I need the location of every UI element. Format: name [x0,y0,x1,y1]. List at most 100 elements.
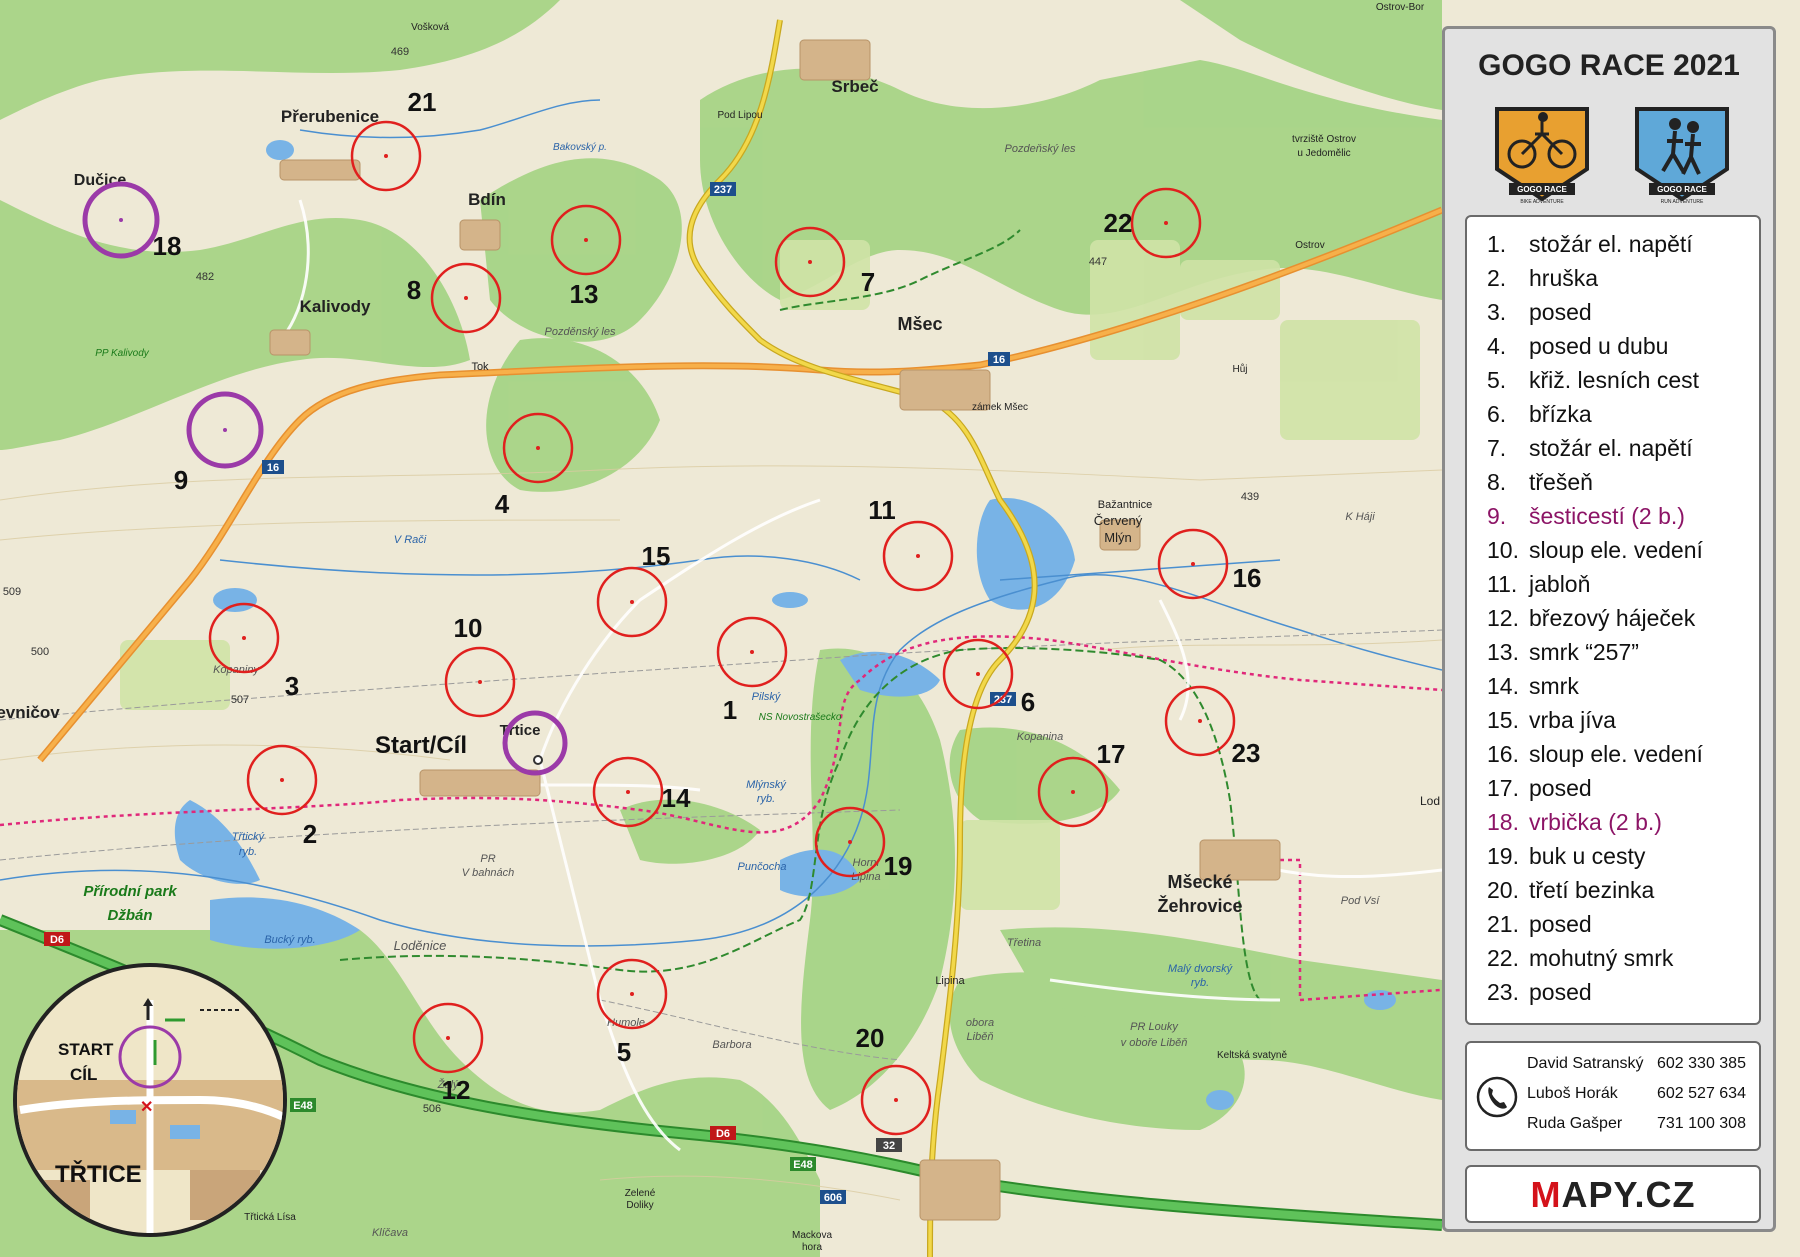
checkpoint-number: 13 [570,279,599,309]
run-logo-text: GOGO RACE [1657,185,1707,194]
legend-label: šesticestí (2 b.) [1529,503,1685,529]
place-label: Třetina [1007,937,1041,949]
legend-item: 5. křiž. lesních cest [1487,363,1759,397]
place-label: Kalivody [300,297,371,316]
contact-row: David Satranský 602 330 385 [1527,1055,1757,1073]
place-label: Zelené [625,1188,656,1199]
road-number-label: E48 [793,1159,813,1171]
legend-label: posed [1529,775,1592,801]
legend-label: posed [1529,299,1592,325]
brand-initial: M [1530,1174,1562,1215]
place-label: Červený [1094,513,1143,528]
elevation-label: 507 [231,694,249,706]
bike-logo-text: GOGO RACE [1517,185,1567,194]
contact-phone: 602 330 385 [1657,1055,1746,1072]
elevation-label: 509 [3,586,21,598]
road-number-label: 16 [993,354,1005,366]
checkpoint-number: 9 [174,465,188,495]
place-label: ryb. [757,793,775,805]
legend-item: 20. třetí bezinka [1487,873,1759,907]
legend-label: posed [1529,979,1592,1005]
place-label: Mlýnský [746,779,787,791]
checkpoint-number: 18 [153,231,182,261]
runner-icon [1669,118,1681,130]
inset-start-label: START [58,1040,114,1059]
checkpoint-number: 7 [861,267,875,297]
checkpoint-dot [626,790,630,794]
mapy-cz-logo[interactable]: MAPY.CZ [1465,1165,1761,1223]
elevation-label: 469 [391,46,409,58]
checkpoint-dot [242,636,246,640]
contact-row: Luboš Horák 602 527 634 [1527,1085,1757,1103]
place-label: ryb. [239,846,257,858]
place-label: Hůj [1232,363,1247,375]
legend-number: 11. [1487,571,1518,597]
legend-number: 17. [1487,775,1519,801]
checkpoint-dot [750,650,754,654]
checkpoint-number: 19 [884,851,913,881]
place-label: ryb. [1191,977,1209,989]
legend-label: mohutný smrk [1529,945,1674,971]
checkpoint-number: 12 [442,1075,471,1105]
checkpoint-dot [478,680,482,684]
place-label: Džbán [108,907,153,924]
road-number-label: 32 [883,1140,895,1152]
legend-item: 12. březový háječek [1487,601,1759,635]
legend-label: sloup ele. vedení [1529,741,1703,767]
place-label: Lod [1420,794,1440,808]
place-label: Bakovský p. [553,142,607,153]
bike-adventure-logo: GOGO RACE BIKE ADVENTURE [1495,107,1589,205]
checkpoint-number: 16 [1233,563,1262,593]
place-label: Pod Lipou [717,110,762,121]
checkpoint-dot [916,554,920,558]
legend-number: 1. [1487,231,1507,257]
place-label: PP Kalivody [95,348,150,359]
legend-label: smrk [1529,673,1579,699]
legend-item: 15. vrba jíva [1487,703,1759,737]
legend-item: 14. smrk [1487,669,1759,703]
place-label: Malý dvorský [1168,963,1234,975]
legend-number: 15. [1487,707,1519,733]
brand-rest: APY.CZ [1561,1174,1696,1215]
place-label: evničov [0,703,60,722]
legend-number: 16. [1487,741,1519,767]
checkpoint-dot [894,1098,898,1102]
legend-item: 3. posed [1487,295,1759,329]
checkpoint-number: 2 [303,819,317,849]
legend-item: 17. posed [1487,771,1759,805]
place-label: u Jedomělic [1297,148,1350,159]
legend-label: křiž. lesních cest [1529,367,1699,393]
legend-label: třetí bezinka [1529,877,1655,903]
place-label: Přírodní park [83,883,177,900]
legend-number: 13. [1487,639,1519,665]
legend-number: 7. [1487,435,1507,461]
legend-number: 12. [1487,605,1519,631]
legend-number: 23. [1487,979,1519,1005]
legend-item: 4. posed u dubu [1487,329,1759,363]
place-label: V Rači [394,534,427,546]
legend-label: vrbička (2 b.) [1529,809,1662,835]
legend-label: stožár el. napětí [1529,231,1693,257]
legend-item: 2. hruška [1487,261,1759,295]
place-label: Barbora [712,1039,751,1051]
legend-number: 5. [1487,367,1507,393]
checkpoint-number: 20 [856,1023,885,1053]
checkpoint-number: 6 [1021,687,1035,717]
place-label: Lipina [935,975,965,987]
checkpoint-number: 14 [662,783,691,813]
place-label: Pozděnský les [545,326,616,338]
checkpoint-dot [464,296,468,300]
place-label: Ostrov-Bor [1376,2,1425,13]
legend-item: 16. sloup ele. vedení [1487,737,1759,771]
inset-town-label: TŘTICE [55,1160,142,1188]
checkpoint-dot [1198,719,1202,723]
legend-label: posed [1529,911,1592,937]
checkpoint-number: 11 [868,495,896,525]
legend-item: 18. vrbička (2 b.) [1487,805,1759,839]
checkpoint-dot [976,672,980,676]
contact-phone: 602 527 634 [1657,1085,1746,1102]
checkpoint-number: 10 [454,613,483,643]
elevation-label: 500 [31,646,49,658]
checkpoint-legend: 1. stožár el. napětí 2. hruška 3. posed 4. pose… [1465,215,1761,1025]
legend-item: 21. posed [1487,907,1759,941]
